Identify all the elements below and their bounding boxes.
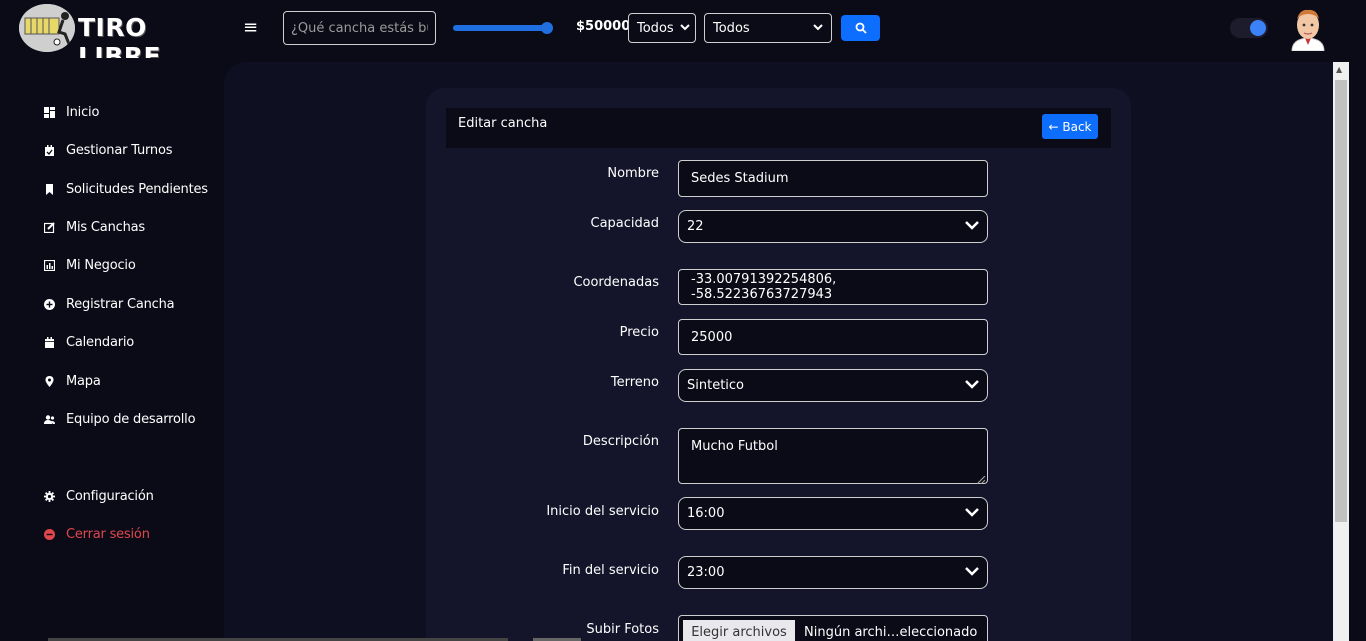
nombre-field[interactable]: Sedes Stadium <box>678 160 988 197</box>
subir-fotos-label: Subir Fotos <box>586 622 659 637</box>
resize-grip-icon[interactable] <box>976 473 986 485</box>
chevron-down-icon <box>965 565 979 580</box>
sidebar-item-gestionar-turnos[interactable]: Gestionar Turnos <box>44 140 172 160</box>
file-status-text: Ningún archi…eleccionado <box>804 625 978 640</box>
filter-select-2[interactable]: Todos <box>704 13 832 43</box>
sidebar-item-label: Calendario <box>66 334 135 350</box>
hamburger-menu-icon[interactable]: ≡ <box>243 17 258 38</box>
search-button[interactable] <box>841 15 880 41</box>
terreno-label: Terreno <box>610 375 659 390</box>
sidebar-item-inicio[interactable]: Inicio <box>44 102 99 122</box>
sidebar-item-calendario[interactable]: Calendario <box>44 332 134 352</box>
filter-select-2-value: Todos <box>713 20 750 36</box>
chevron-down-icon <box>965 219 979 234</box>
edit-icon <box>44 221 55 233</box>
people-icon <box>44 414 55 425</box>
file-upload-field[interactable]: Elegir archivos Ningún archi…eleccionado <box>678 615 988 641</box>
scroll-up-arrow-icon[interactable]: ▲ <box>1336 65 1342 74</box>
capacidad-value: 22 <box>687 219 704 234</box>
terreno-value: Sintetico <box>687 378 745 393</box>
sidebar-item-equipo-de-desarrollo[interactable]: Equipo de desarrollo <box>44 409 196 429</box>
sidebar-item-label: Solicitudes Pendientes <box>66 181 208 197</box>
chevron-down-icon <box>679 23 690 34</box>
sidebar-item-label: Gestionar Turnos <box>66 142 173 158</box>
sidebar-item-mis-canchas[interactable]: Mis Canchas <box>44 217 145 237</box>
price-slider[interactable] <box>453 22 555 34</box>
filter-select-1-value: Todos <box>637 20 674 36</box>
inicio-servicio-label: Inicio del servicio <box>546 504 659 519</box>
capacidad-label: Capacidad <box>590 216 660 231</box>
sidebar-item-label: Mis Canchas <box>66 219 145 235</box>
fin-servicio-label: Fin del servicio <box>562 563 659 578</box>
nombre-label: Nombre <box>607 166 659 181</box>
logo[interactable]: TIRO LIBRE <box>19 4 209 71</box>
chevron-down-icon <box>965 506 979 521</box>
inicio-servicio-value: 16:00 <box>687 506 725 521</box>
sidebar-item-registrar-cancha[interactable]: Registrar Cancha <box>44 294 175 314</box>
vertical-scrollbar[interactable]: ▲ <box>1333 62 1349 641</box>
logo-emblem-icon <box>19 4 75 52</box>
inicio-servicio-select[interactable]: 16:00 <box>678 497 988 530</box>
dashboard-icon <box>44 106 55 118</box>
theme-toggle[interactable] <box>1230 18 1268 38</box>
card-header: Editar cancha ← Back <box>446 108 1111 148</box>
sidebar-item-label: Cerrar sesión <box>66 526 150 542</box>
sidebar-item-solicitudes-pendientes[interactable]: Solicitudes Pendientes <box>44 179 208 199</box>
map-pin-icon <box>44 375 55 387</box>
filter-select-1[interactable]: Todos <box>628 13 696 43</box>
avatar[interactable] <box>1288 5 1328 52</box>
sidebar-item-label: Mi Negocio <box>66 257 136 273</box>
sidebar-item-label: Mapa <box>66 373 101 389</box>
capacidad-select[interactable]: 22 <box>678 210 988 243</box>
sidebar-item-cerrar-sesion[interactable]: Cerrar sesión <box>44 524 150 544</box>
back-button[interactable]: ← Back <box>1042 114 1098 139</box>
sidebar-item-mapa[interactable]: Mapa <box>44 371 101 391</box>
top-navbar: TIRO LIBRE ≡ $50000 Todos Todos <box>0 0 1366 71</box>
descripcion-textarea[interactable]: Mucho Futbol <box>678 428 988 485</box>
descripcion-label: Descripción <box>582 434 659 449</box>
precio-value: 25000 <box>691 329 733 345</box>
search-icon <box>855 19 867 38</box>
slider-thumb[interactable] <box>541 22 554 34</box>
plus-circle-icon <box>44 298 55 310</box>
descripcion-value: Mucho Futbol <box>691 439 778 454</box>
coordenadas-label: Coordenadas <box>573 275 659 290</box>
sidebar-item-label: Configuración <box>66 488 154 504</box>
scroll-thumb[interactable] <box>1335 80 1347 522</box>
search-input[interactable] <box>283 11 436 45</box>
gear-icon <box>44 490 55 502</box>
chart-icon <box>44 259 55 271</box>
sidebar-item-mi-negocio[interactable]: Mi Negocio <box>44 255 136 275</box>
calendar-icon <box>44 336 55 348</box>
fin-servicio-select[interactable]: 23:00 <box>678 556 988 589</box>
calendar-check-icon <box>44 144 55 156</box>
page-title: Editar cancha <box>458 116 548 131</box>
sidebar-item-label: Equipo de desarrollo <box>66 411 196 427</box>
terreno-select[interactable]: Sintetico <box>678 369 988 402</box>
logout-icon <box>44 528 55 540</box>
bookmark-icon <box>44 183 55 195</box>
sidebar-item-label: Inicio <box>66 104 100 120</box>
choose-files-button[interactable]: Elegir archivos <box>683 620 795 641</box>
precio-field[interactable]: 25000 <box>678 319 988 355</box>
toggle-knob <box>1250 20 1266 36</box>
nombre-value: Sedes Stadium <box>691 171 789 186</box>
fin-servicio-value: 23:00 <box>687 565 725 580</box>
coordenadas-field[interactable]: -33.00791392254806, -58.52236763727943 <box>678 269 988 305</box>
coordenadas-value: -33.00791392254806, -58.52236763727943 <box>691 272 837 302</box>
slider-track <box>453 25 549 31</box>
chevron-down-icon <box>813 23 823 34</box>
precio-label: Precio <box>619 325 659 340</box>
sidebar-item-configuracion[interactable]: Configuración <box>44 486 154 506</box>
price-label: $50000 <box>576 19 631 34</box>
sidebar-item-label: Registrar Cancha <box>66 296 175 312</box>
chevron-down-icon <box>965 378 979 393</box>
